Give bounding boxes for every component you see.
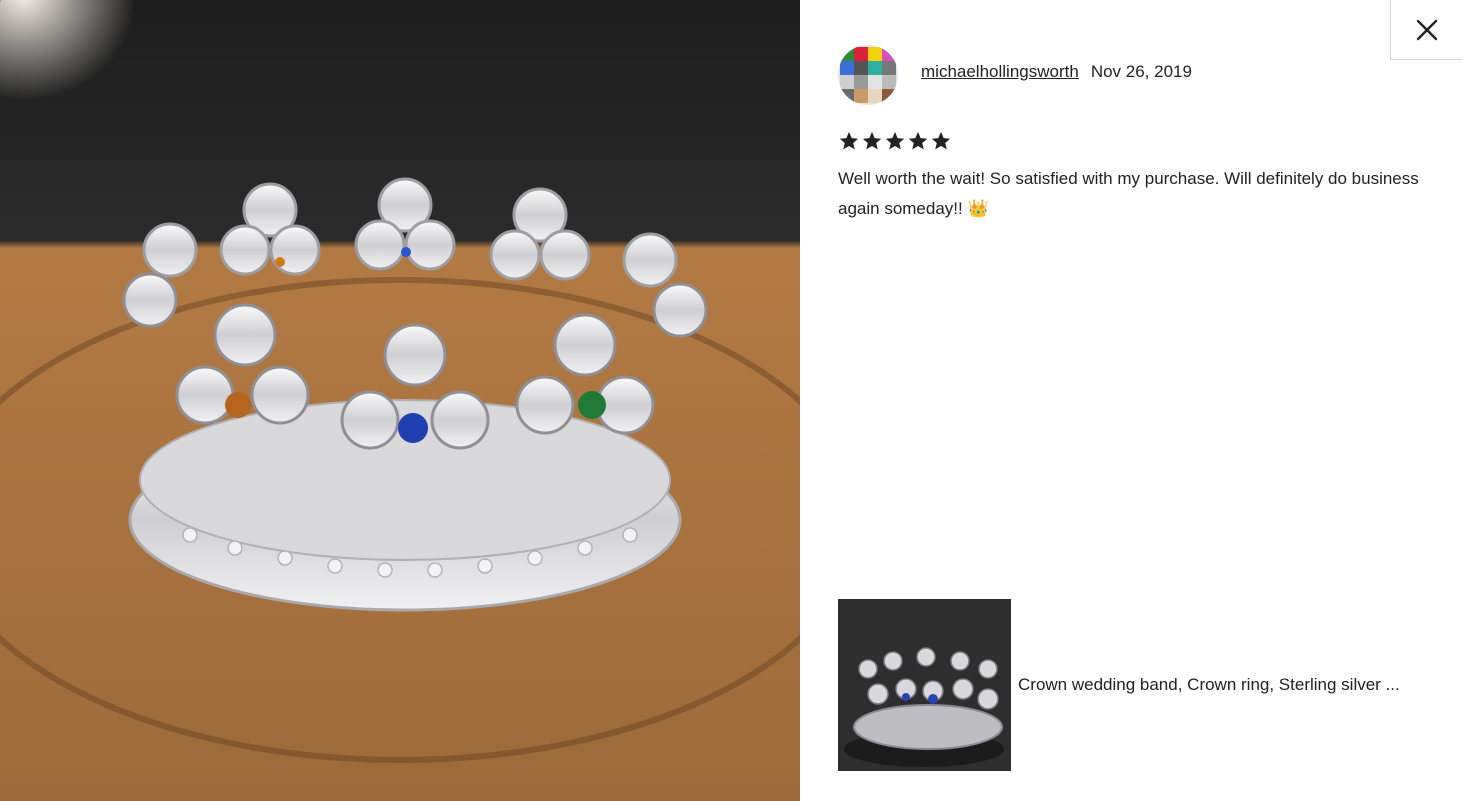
review-photo	[0, 0, 800, 801]
listing-thumbnail-image	[838, 599, 1011, 771]
listing-thumbnail[interactable]	[838, 599, 1011, 771]
close-icon	[1416, 19, 1437, 40]
star-icon	[908, 131, 928, 150]
star-icon	[885, 131, 905, 150]
review-text: Well worth the wait! So satisfied with m…	[838, 169, 1419, 218]
star-rating	[838, 130, 952, 152]
review-panel: michaelhollingsworth Nov 26, 2019 Well w…	[800, 0, 1462, 801]
crown-ring-photo	[0, 0, 800, 801]
listing-title[interactable]: Crown wedding band, Crown ring, Sterling…	[1018, 675, 1448, 695]
star-icon	[931, 131, 951, 150]
star-icon	[862, 131, 882, 150]
review-date: Nov 26, 2019	[1090, 62, 1192, 81]
star-icon	[839, 131, 859, 150]
avatar-image	[838, 45, 898, 105]
listing-link[interactable]: Crown wedding band, Crown ring, Sterling…	[838, 599, 1448, 771]
avatar[interactable]	[838, 45, 898, 105]
review-meta: michaelhollingsworth Nov 26, 2019	[921, 62, 1192, 82]
author-name-link[interactable]: michaelhollingsworth	[921, 62, 1079, 82]
close-button[interactable]	[1390, 0, 1462, 60]
